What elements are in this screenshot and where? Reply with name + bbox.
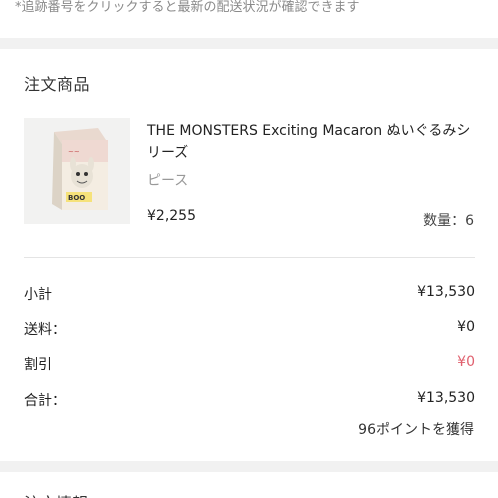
total-label: 合計：: [24, 393, 66, 409]
discount-row: 割引 ¥0: [24, 354, 475, 374]
subtotal-value: ¥13,530: [417, 284, 475, 300]
discount-label: 割引: [24, 357, 52, 373]
tracking-note: *追跡番号をクリックすると最新の配送状況が確認できます: [0, 0, 498, 38]
shipping-row: 送料： ¥0: [24, 319, 475, 339]
discount-value: ¥0: [457, 354, 475, 370]
product-name[interactable]: THE MONSTERS Exciting Macaron ぬいぐるみシリーズ: [147, 120, 477, 164]
shipping-label: 送料：: [24, 322, 66, 338]
svg-text:BOO: BOO: [68, 194, 85, 202]
section-title-order-info: 注文情報: [24, 490, 88, 498]
section-gap: [0, 461, 498, 472]
section-title: 注文商品: [24, 75, 91, 94]
subtotal-label: 小計: [24, 287, 52, 303]
product-quantity: 数量：6: [423, 213, 474, 229]
shipping-value: ¥0: [457, 319, 475, 335]
divider: [24, 257, 475, 258]
points-earned: 96ポイントを獲得: [358, 422, 474, 438]
order-info-card: 注文情報: [0, 472, 498, 498]
total-row: 合計： ¥13,530: [24, 390, 475, 410]
ordered-items-card: 注文商品 ~~ BOO THE MONSTERS Exciting Macaro…: [0, 49, 498, 461]
subtotal-row: 小計 ¥13,530: [24, 284, 475, 304]
svg-text:~~: ~~: [68, 148, 80, 156]
product-variant: ピース: [147, 173, 189, 189]
total-value: ¥13,530: [417, 390, 475, 406]
section-gap: [0, 38, 498, 49]
product-box-image: ~~ BOO: [24, 118, 130, 224]
product-price: ¥2,255: [147, 208, 196, 224]
product-thumbnail[interactable]: ~~ BOO: [24, 118, 130, 224]
